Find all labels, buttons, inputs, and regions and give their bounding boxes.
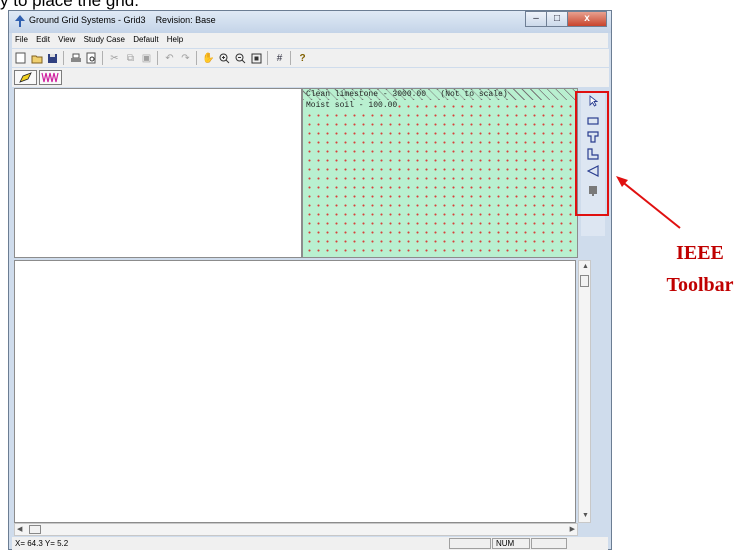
zoom-out-icon[interactable] <box>233 51 248 65</box>
pencil-icon[interactable] <box>14 70 37 85</box>
ieee-toolbar-label: IEEE Toolbar <box>666 242 734 296</box>
app-icon <box>15 15 25 27</box>
zoom-fit-icon[interactable] <box>249 51 264 65</box>
print-icon[interactable] <box>68 51 83 65</box>
secondary-toolbar <box>12 68 609 87</box>
cut-icon[interactable]: ✂ <box>107 51 122 65</box>
scroll-down-icon[interactable]: ▼ <box>582 512 589 520</box>
open-icon[interactable] <box>29 51 44 65</box>
redo-icon[interactable]: ↷ <box>178 51 193 65</box>
main-toolbar: ✂ ⧉ ▣ ↶ ↷ ✋ # ? <box>12 49 609 67</box>
grid-plan-view[interactable] <box>14 88 302 258</box>
minimize-button[interactable]: – <box>525 11 547 27</box>
soil-model-icon[interactable] <box>39 70 62 85</box>
new-icon[interactable] <box>13 51 28 65</box>
maximize-button[interactable]: □ <box>546 11 568 27</box>
soil-model-view[interactable]: Clean limestone - 3000.00 (Not to scale)… <box>302 88 578 258</box>
help-icon[interactable]: ? <box>295 51 310 65</box>
bottom-soil-label: Moist soil - 100.00 <box>306 101 398 110</box>
annotation-arrow <box>616 176 681 229</box>
horizontal-scroll-thumb[interactable] <box>29 525 41 534</box>
scroll-right-icon[interactable]: ▶ <box>570 526 575 534</box>
menu-edit[interactable]: Edit <box>33 33 53 44</box>
cursor-coordinates: X= 64.3 Y= 5.2 <box>15 539 69 548</box>
save-icon[interactable] <box>45 51 60 65</box>
close-button[interactable]: x <box>567 11 607 27</box>
ieee-toolbar-highlight <box>575 91 609 216</box>
window-title: Ground Grid Systems - Grid3 <box>29 15 146 25</box>
app-window: Ground Grid Systems - Grid3 Revision: Ba… <box>8 10 612 550</box>
top-soil-label: Clean limestone - 3000.00 (Not to scale) <box>306 90 508 99</box>
vertical-scroll-thumb[interactable] <box>580 275 589 287</box>
scroll-left-icon[interactable]: ◀ <box>17 526 22 534</box>
scroll-up-icon[interactable]: ▲ <box>582 263 589 271</box>
menu-help[interactable]: Help <box>164 33 186 44</box>
menu-view[interactable]: View <box>55 33 78 44</box>
grid-icon[interactable]: # <box>272 51 287 65</box>
revision-label: Revision: Base <box>155 15 216 25</box>
status-bar: X= 64.3 Y= 5.2 NUM <box>12 537 608 550</box>
menu-bar: File Edit View Study Case Default Help <box>12 33 608 48</box>
num-lock-indicator: NUM <box>492 538 530 549</box>
copy-icon[interactable]: ⧉ <box>123 51 138 65</box>
undo-icon[interactable]: ↶ <box>162 51 177 65</box>
title-bar: Ground Grid Systems - Grid3 Revision: Ba… <box>9 11 611 33</box>
horizontal-scrollbar[interactable]: ◀ ▶ <box>14 523 578 536</box>
status-box-empty <box>449 538 491 549</box>
menu-file[interactable]: File <box>12 33 31 44</box>
vertical-scrollbar[interactable]: ▲ ▼ <box>578 260 591 523</box>
paste-icon[interactable]: ▣ <box>139 51 154 65</box>
zoom-in-icon[interactable] <box>217 51 232 65</box>
output-pane[interactable] <box>14 260 576 523</box>
print-preview-icon[interactable] <box>84 51 99 65</box>
menu-study-case[interactable]: Study Case <box>81 33 128 44</box>
menu-default[interactable]: Default <box>130 33 161 44</box>
status-box-blank <box>531 538 567 549</box>
pan-icon[interactable]: ✋ <box>201 51 216 65</box>
